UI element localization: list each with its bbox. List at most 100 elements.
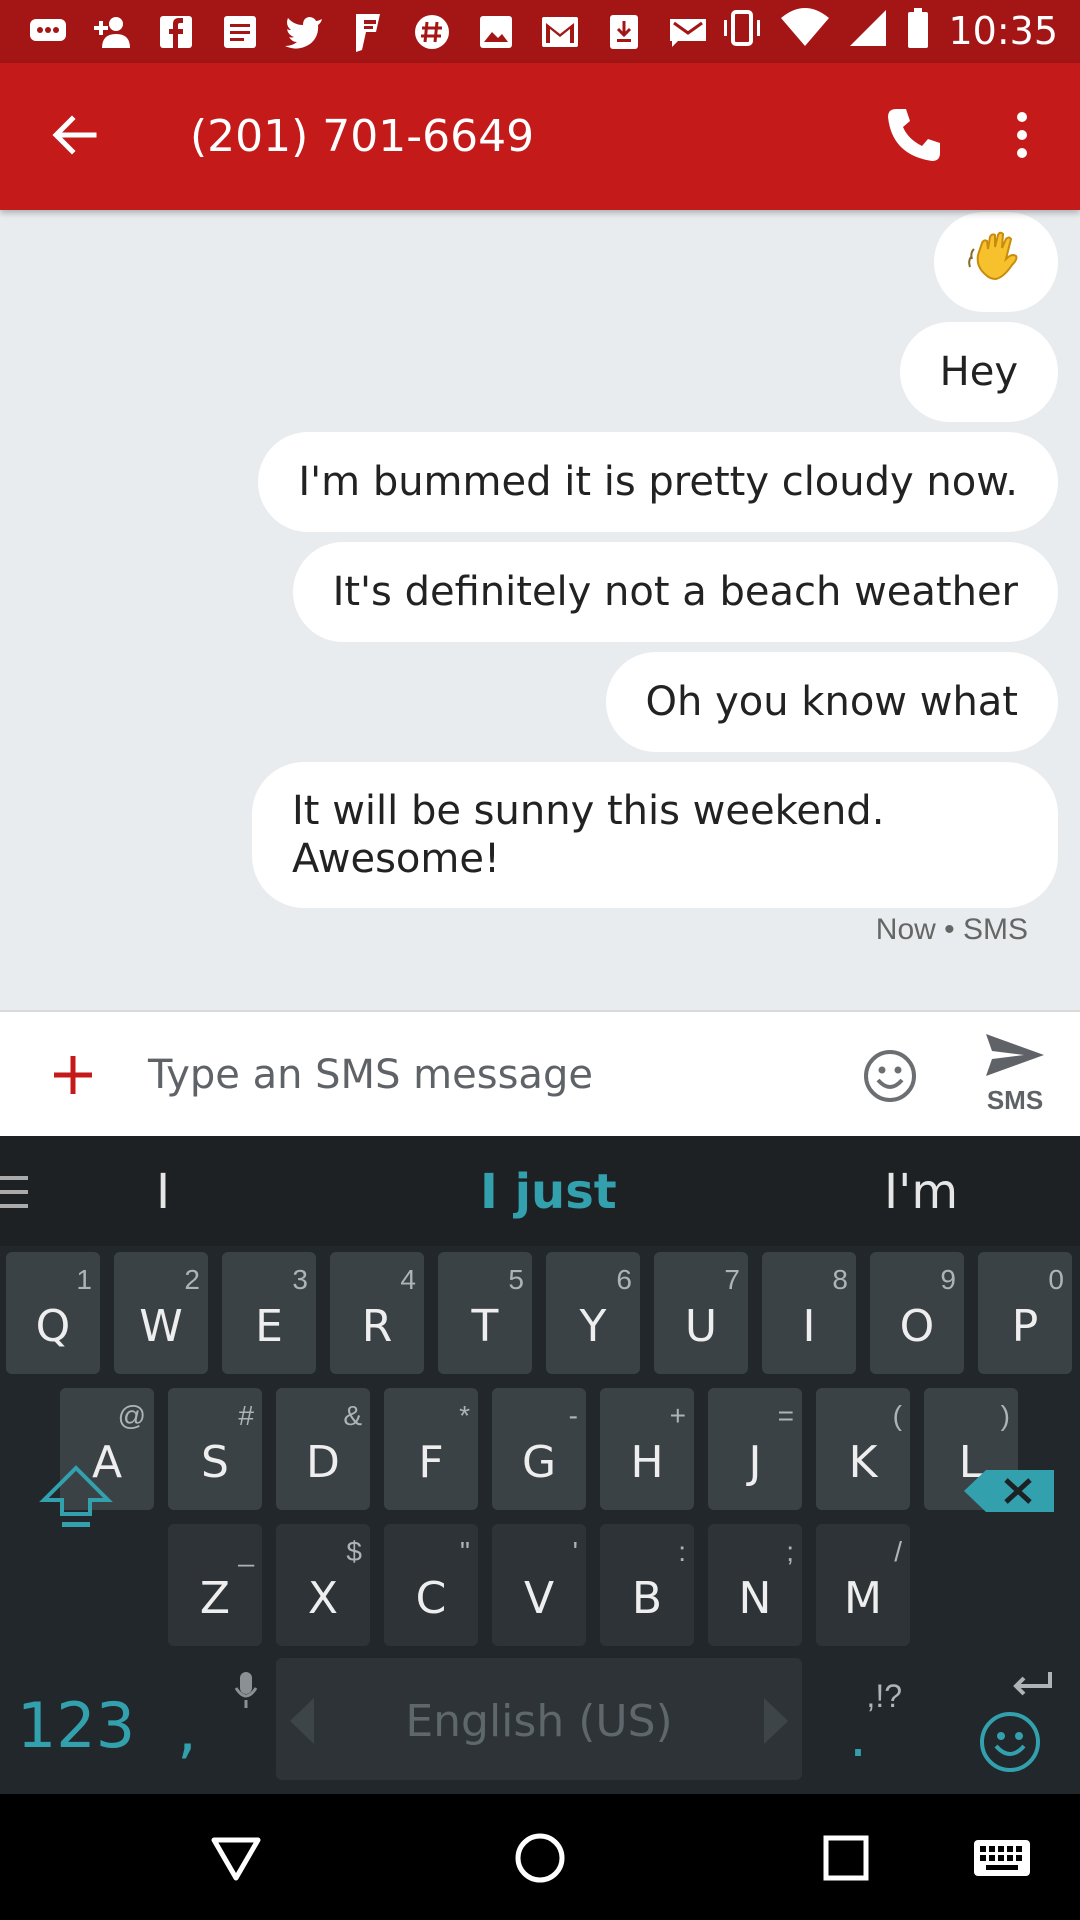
- suggestion-right[interactable]: I'm: [884, 1164, 958, 1220]
- download-icon: [602, 10, 646, 54]
- key-q[interactable]: 1Q: [6, 1252, 100, 1374]
- message-bubble[interactable]: Hey: [899, 322, 1058, 422]
- space-bar[interactable]: English (US): [276, 1658, 802, 1780]
- image-icon: [474, 10, 518, 54]
- more-options-icon[interactable]: [1004, 103, 1040, 167]
- menu-icon[interactable]: [0, 1172, 30, 1212]
- key-p[interactable]: 0P: [978, 1252, 1072, 1374]
- send-button[interactable]: SMS: [980, 1030, 1050, 1120]
- message-bubble[interactable]: [934, 212, 1058, 312]
- key-x[interactable]: $ X: [276, 1524, 370, 1646]
- key-t[interactable]: 5T: [438, 1252, 532, 1374]
- key-label: H: [630, 1437, 664, 1488]
- emoji-enter-key[interactable]: [952, 1658, 1062, 1780]
- key-label: B: [631, 1573, 663, 1624]
- key-r[interactable]: 4R: [330, 1252, 424, 1374]
- space-label: English (US): [405, 1696, 673, 1747]
- shift-key[interactable]: [24, 1434, 118, 1556]
- waving-hand-emoji: [968, 229, 1024, 295]
- key-f[interactable]: * F: [384, 1388, 478, 1510]
- key-z[interactable]: _ Z: [168, 1524, 262, 1646]
- key-c[interactable]: " C: [384, 1524, 478, 1646]
- key-g[interactable]: -G: [492, 1388, 586, 1510]
- key-u[interactable]: 7U: [654, 1252, 748, 1374]
- message-bubble[interactable]: It will be sunny this weekend. Awesome!: [252, 762, 1058, 908]
- key-s[interactable]: # S: [168, 1388, 262, 1510]
- home-nav-icon[interactable]: [512, 1830, 568, 1886]
- key-hint: (: [892, 1400, 902, 1431]
- key-label: V: [523, 1573, 555, 1624]
- message-input[interactable]: Type an SMS message: [148, 1052, 593, 1098]
- key-m[interactable]: / M: [816, 1524, 910, 1646]
- key-label: Q: [35, 1301, 71, 1352]
- app-bar: (201) 701-6649: [0, 63, 1080, 210]
- key-hint: ): [1000, 1400, 1010, 1431]
- key-n[interactable]: ; N: [708, 1524, 802, 1646]
- key-hint: *: [459, 1400, 470, 1431]
- key-hint: =: [777, 1400, 794, 1431]
- key-w[interactable]: 2W: [114, 1252, 208, 1374]
- recents-nav-icon[interactable]: [818, 1830, 874, 1886]
- message-text: It will be sunny this weekend.: [292, 788, 885, 834]
- add-person-icon: [90, 10, 134, 54]
- compose-bar: Type an SMS message SMS: [0, 1010, 1080, 1136]
- symbols-key[interactable]: 123: [6, 1658, 146, 1780]
- key-hint: 1: [76, 1264, 92, 1295]
- key-label: N: [738, 1573, 772, 1624]
- key-hint: ": [460, 1536, 470, 1567]
- add-attachment-icon[interactable]: [48, 1050, 98, 1100]
- symbols-label: 123: [16, 1689, 136, 1762]
- key-label: Y: [579, 1301, 607, 1352]
- key-label: M: [844, 1573, 882, 1624]
- mail-icon: [666, 10, 710, 54]
- key-hint: ': [572, 1536, 578, 1567]
- key-hint: 7: [724, 1264, 740, 1295]
- key-hint: /: [894, 1536, 902, 1567]
- back-arrow-icon[interactable]: [44, 105, 104, 165]
- key-i[interactable]: 8I: [762, 1252, 856, 1374]
- key-h[interactable]: + H: [600, 1388, 694, 1510]
- vibrate-icon: [722, 6, 762, 55]
- list-icon: [218, 10, 262, 54]
- suggestion-center[interactable]: I just: [480, 1164, 617, 1220]
- period-label: .: [849, 1705, 867, 1770]
- key-o[interactable]: 9O: [870, 1252, 964, 1374]
- key-hint: 3: [292, 1264, 308, 1295]
- message-bubble[interactable]: It's definitely not a beach weather: [292, 542, 1058, 642]
- enter-icon: [1010, 1670, 1054, 1705]
- key-b[interactable]: :B: [600, 1524, 694, 1646]
- emoji-icon[interactable]: [862, 1048, 918, 1104]
- key-hint: -: [568, 1400, 578, 1431]
- key-e[interactable]: 3E: [222, 1252, 316, 1374]
- delete-key[interactable]: [960, 1434, 1060, 1556]
- back-nav-icon[interactable]: [208, 1830, 264, 1886]
- shift-icon: [36, 1462, 116, 1537]
- key-label: T: [471, 1301, 499, 1352]
- keyboard-switch-icon[interactable]: [972, 1830, 1032, 1886]
- key-hint: 6: [616, 1264, 632, 1295]
- notification-icons: [26, 10, 710, 54]
- key-hint: $: [346, 1536, 362, 1567]
- key-label: J: [748, 1437, 762, 1488]
- message-list[interactable]: Hey I'm bummed it is pretty cloudy now. …: [0, 210, 1080, 1010]
- key-j[interactable]: = J: [708, 1388, 802, 1510]
- key-k[interactable]: (K: [816, 1388, 910, 1510]
- keyboard-emoji-icon: [978, 1710, 1042, 1779]
- comma-key[interactable]: ,: [170, 1658, 264, 1780]
- period-key[interactable]: ,!? .: [826, 1658, 920, 1780]
- right-arrow-icon: [762, 1696, 792, 1751]
- suggestion-left[interactable]: I: [156, 1164, 170, 1220]
- key-hint: &: [343, 1400, 362, 1431]
- key-hint: 4: [400, 1264, 416, 1295]
- message-text: I'm bummed it is pretty cloudy now.: [298, 459, 1018, 505]
- key-y[interactable]: 6Y: [546, 1252, 640, 1374]
- message-bubble[interactable]: Oh you know what: [605, 652, 1058, 752]
- key-hint: ;: [786, 1536, 794, 1567]
- key-hint: _: [238, 1536, 254, 1567]
- message-bubble[interactable]: I'm bummed it is pretty cloudy now.: [258, 432, 1058, 532]
- keyboard: I I just I'm 1 Q 2 W 3 E 4 R 5 T 6 Y 7 U 8 I 9 O 0 P @ A # S & D *…: [0, 1136, 1080, 1794]
- phone-call-icon[interactable]: [882, 103, 946, 167]
- message-timestamp: Now • SMS: [875, 913, 1028, 946]
- key-d[interactable]: & D: [276, 1388, 370, 1510]
- key-v[interactable]: ' V: [492, 1524, 586, 1646]
